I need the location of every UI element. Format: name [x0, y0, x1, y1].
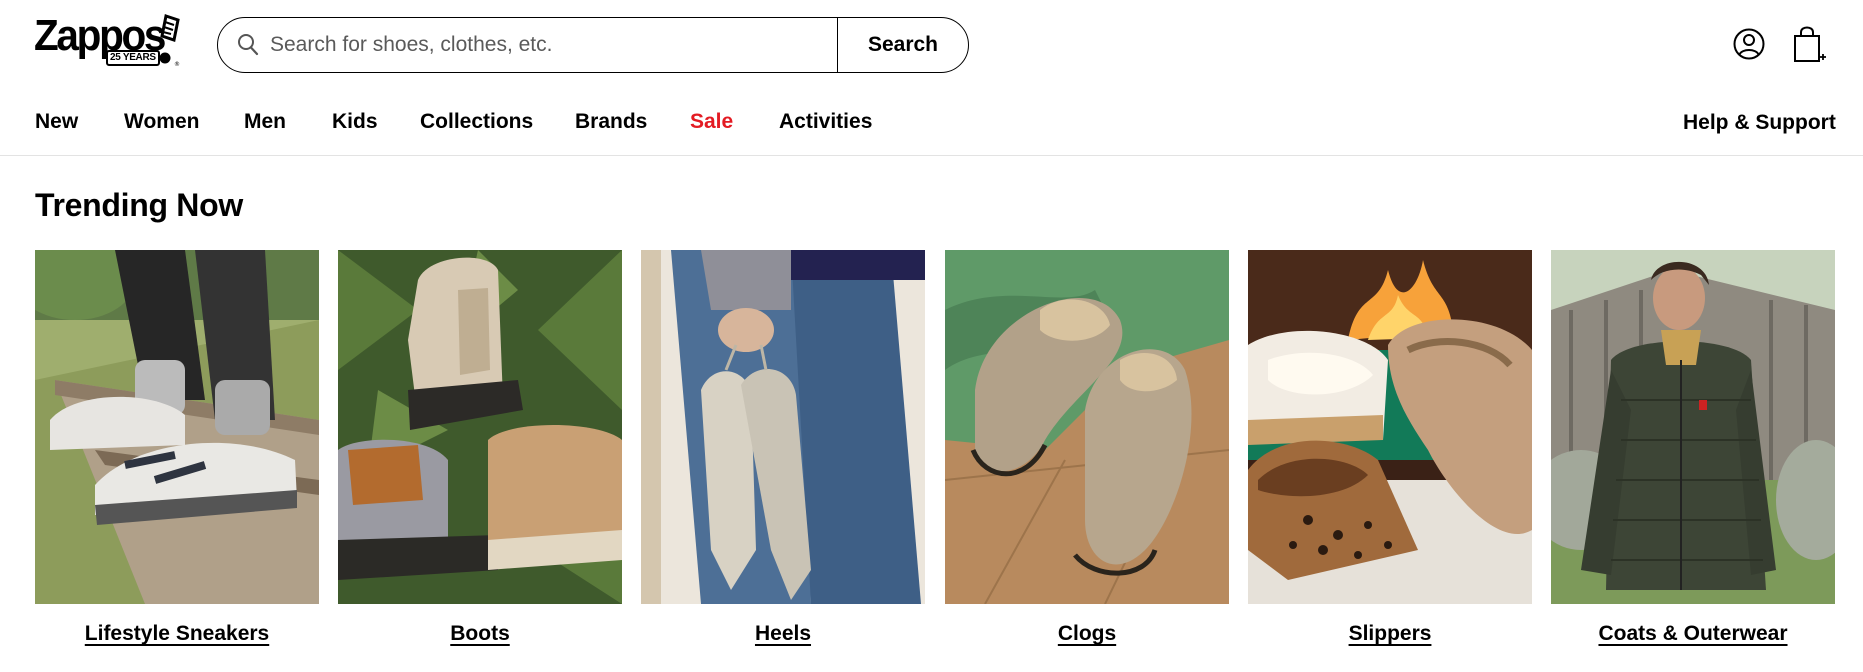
nav-item-activities[interactable]: Activities	[779, 108, 872, 136]
card-label[interactable]: Boots	[338, 622, 622, 646]
card-label[interactable]: Slippers	[1248, 622, 1532, 646]
coats-outerwear-image[interactable]	[1551, 250, 1835, 604]
search-bar: Search	[217, 17, 969, 73]
search-button[interactable]: Search	[837, 18, 968, 72]
site-header: Zappos 25 YEARS ® Search	[0, 0, 1863, 92]
trending-card-slippers: Slippers	[1248, 250, 1532, 646]
heels-photo	[641, 250, 925, 604]
help-support-link[interactable]: Help & Support	[1683, 109, 1836, 137]
nav-item-new[interactable]: New	[35, 108, 78, 136]
card-label[interactable]: Coats & Outerwear	[1551, 622, 1835, 646]
trending-card-clogs: Clogs	[945, 250, 1229, 646]
trending-title: Trending Now	[35, 187, 243, 223]
nav-item-collections[interactable]: Collections	[420, 108, 533, 136]
trending-card-coats-outerwear: Coats & Outerwear	[1551, 250, 1835, 646]
search-input[interactable]	[218, 18, 837, 72]
card-label[interactable]: Clogs	[945, 622, 1229, 646]
boots-image[interactable]	[338, 250, 622, 604]
card-label[interactable]: Lifestyle Sneakers	[35, 622, 319, 646]
nav-item-women[interactable]: Women	[124, 108, 199, 136]
logo-badge: 25 YEARS	[106, 50, 160, 66]
sneakers-photo	[35, 250, 319, 604]
nav-item-men[interactable]: Men	[244, 108, 286, 136]
nav-item-sale[interactable]: Sale	[690, 108, 733, 136]
shopping-bag-icon[interactable]	[1792, 24, 1826, 64]
logo-mark-icon: ®	[159, 14, 180, 68]
search-field	[218, 18, 837, 72]
trending-card-lifestyle-sneakers: Lifestyle Sneakers	[35, 250, 319, 646]
heels-image[interactable]	[641, 250, 925, 604]
trending-card-boots: Boots	[338, 250, 622, 646]
card-label[interactable]: Heels	[641, 622, 925, 646]
zappos-logo[interactable]: Zappos 25 YEARS ®	[34, 12, 180, 69]
clogs-photo	[945, 250, 1229, 604]
slippers-photo	[1248, 250, 1532, 604]
slippers-image[interactable]	[1248, 250, 1532, 604]
svg-text:®: ®	[174, 61, 180, 68]
trending-card-heels: Heels	[641, 250, 925, 646]
nav-item-brands[interactable]: Brands	[575, 108, 647, 136]
clogs-image[interactable]	[945, 250, 1229, 604]
main-nav: New Women Men Kids Collections Brands Sa…	[0, 92, 1863, 156]
search-icon	[238, 34, 259, 56]
nav-item-kids[interactable]: Kids	[332, 108, 378, 136]
account-icon[interactable]	[1732, 27, 1766, 61]
coats-photo	[1551, 250, 1835, 604]
lifestyle-sneakers-image[interactable]	[35, 250, 319, 604]
boots-photo	[338, 250, 622, 604]
